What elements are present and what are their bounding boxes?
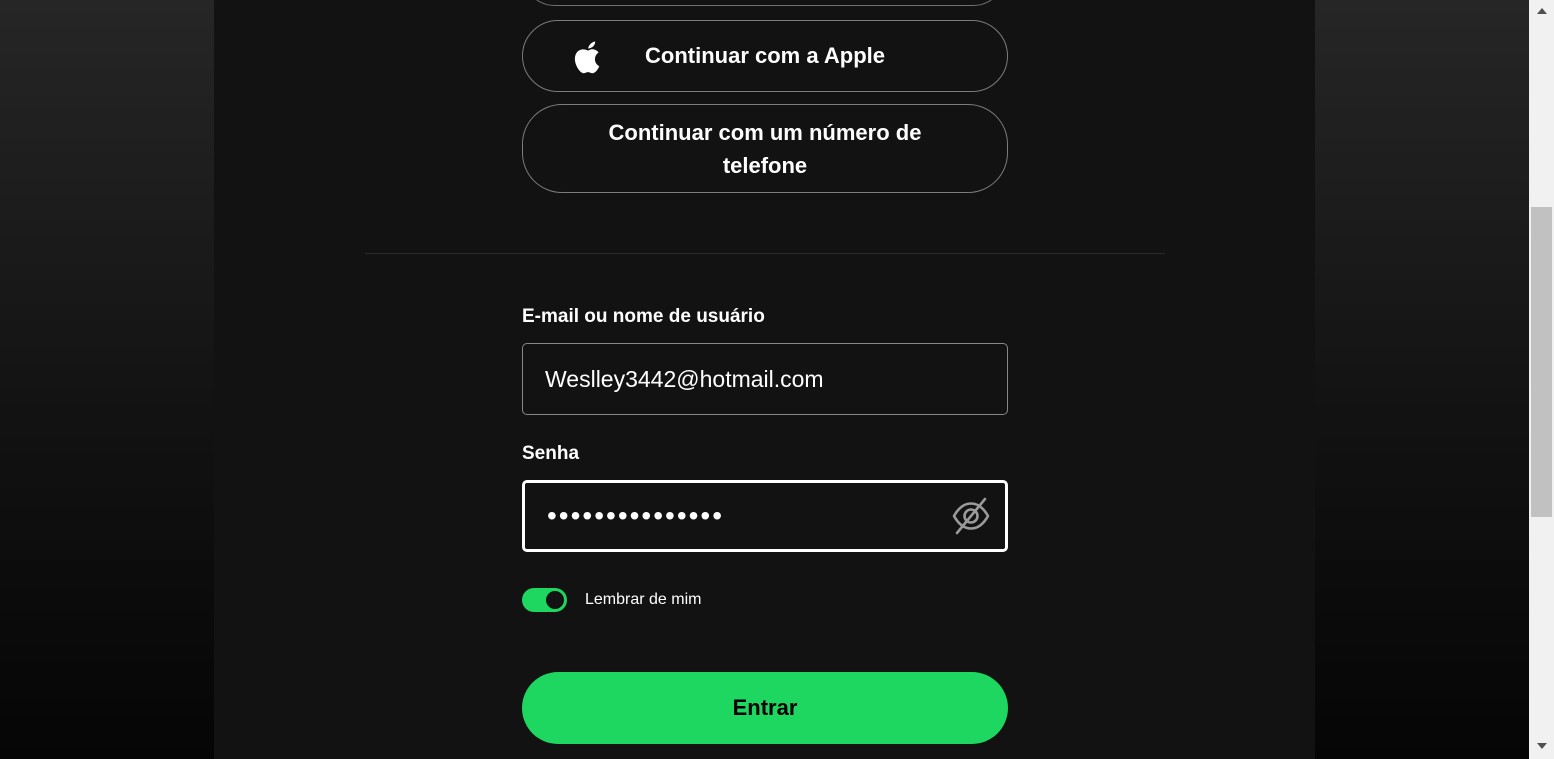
email-field-label: E-mail ou nome de usuário — [522, 306, 765, 327]
apple-icon — [574, 41, 600, 74]
scroll-up-arrow-icon[interactable] — [1537, 8, 1547, 14]
remember-me-toggle[interactable] — [522, 588, 567, 612]
eye-off-icon[interactable] — [950, 495, 992, 537]
scrollbar-thumb[interactable] — [1531, 207, 1552, 517]
section-divider — [365, 253, 1165, 254]
vertical-scrollbar[interactable] — [1529, 0, 1554, 759]
scroll-down-arrow-icon[interactable] — [1537, 743, 1547, 749]
social-login-button-partial[interactable] — [522, 0, 1006, 6]
continue-with-apple-button[interactable]: Continuar com a Apple — [522, 20, 1008, 92]
toggle-knob — [546, 591, 564, 609]
password-field-label: Senha — [522, 443, 580, 464]
continue-with-phone-button[interactable]: Continuar com um número de telefone — [522, 104, 1008, 193]
phone-button-label: Continuar com um número de telefone — [608, 119, 922, 178]
email-field[interactable] — [522, 343, 1008, 415]
login-submit-button[interactable]: Entrar — [522, 672, 1008, 744]
remember-me-label: Lembrar de mim — [585, 591, 702, 608]
apple-button-label: Continuar com a Apple — [645, 43, 885, 68]
password-field[interactable] — [522, 480, 1008, 552]
